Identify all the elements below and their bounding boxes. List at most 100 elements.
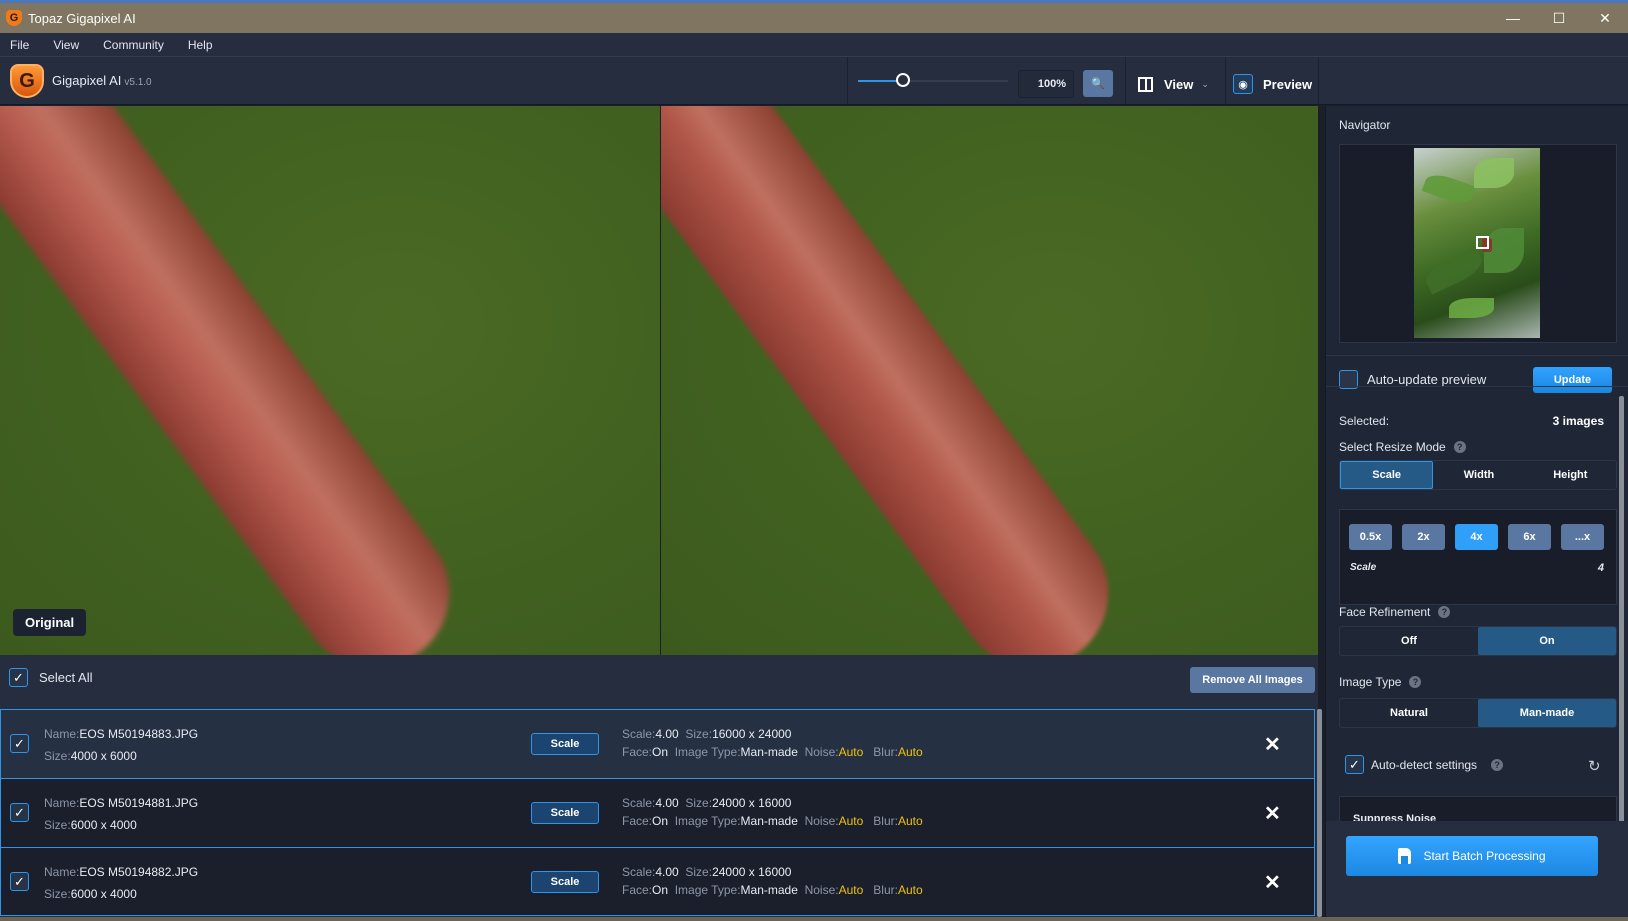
file-name: Name:EOS M50194881.JPG: [44, 796, 198, 810]
preview-pane[interactable]: [661, 106, 1318, 655]
row-checkbox[interactable]: ✓: [10, 872, 29, 891]
thumbnail-detail: [1474, 158, 1514, 188]
remove-image-icon[interactable]: ✕: [1264, 870, 1281, 895]
file-name: Name:EOS M50194883.JPG: [44, 727, 198, 741]
select-all-label: Select All: [39, 670, 93, 685]
name-value: EOS M50194881.JPG: [79, 796, 199, 810]
resize-mode-width[interactable]: Width: [1433, 461, 1524, 489]
settings-info: Face:On Image Type:Man-made Noise:Auto B…: [622, 745, 923, 759]
batch-label: Start Batch Processing: [1423, 849, 1546, 863]
scale-button[interactable]: Scale: [531, 802, 599, 824]
menu-help[interactable]: Help: [188, 38, 213, 52]
update-button[interactable]: Update: [1533, 367, 1612, 393]
size-key: Size:: [44, 749, 71, 763]
menu-community[interactable]: Community: [103, 38, 164, 52]
scale-presets-box: 0.5x 2x 4x 6x ...x Scale 4: [1339, 509, 1617, 605]
window-titlebar: G Topaz Gigapixel AI — ☐ ✕: [0, 3, 1628, 33]
image-type-man-made[interactable]: Man-made: [1478, 699, 1616, 727]
select-all[interactable]: ✓ Select All: [9, 668, 92, 687]
preview-label: Preview: [1263, 76, 1313, 92]
resize-mode-scale[interactable]: Scale: [1340, 461, 1434, 489]
maximize-button[interactable]: ☐: [1536, 3, 1582, 33]
image-type-natural[interactable]: Natural: [1340, 699, 1478, 727]
name-value: EOS M50194882.JPG: [79, 865, 199, 879]
resize-mode-height[interactable]: Height: [1525, 461, 1616, 489]
noise-value: Auto: [838, 745, 864, 759]
auto-detect-settings[interactable]: ✓ Auto-detect settings ?: [1345, 755, 1504, 774]
scale-value[interactable]: 4: [1598, 562, 1604, 574]
row-checkbox[interactable]: ✓: [10, 803, 29, 822]
face-value: On: [652, 883, 669, 897]
scale-preset-6x[interactable]: 6x: [1508, 524, 1551, 550]
preview-toggle-button[interactable]: ◉ Preview: [1233, 72, 1312, 96]
zoom-tool-button[interactable]: 🔍: [1083, 70, 1113, 97]
noise-value: Auto: [838, 883, 864, 897]
type-key: Image Type:: [674, 883, 741, 897]
split-view-icon: [1138, 76, 1153, 92]
help-icon[interactable]: ?: [1438, 606, 1451, 618]
app-name: Gigapixel AI: [52, 73, 122, 88]
view-label: View: [1164, 76, 1194, 92]
name-key: Name:: [44, 865, 80, 879]
image-type-heading: Image Type ?: [1339, 675, 1422, 689]
image-row[interactable]: ✓ Name:EOS M50194882.JPG Size:6000 x 400…: [0, 847, 1315, 916]
select-all-checkbox[interactable]: ✓: [9, 668, 28, 687]
selected-count: Selected: 3 images: [1339, 414, 1604, 428]
row-checkbox[interactable]: ✓: [10, 734, 29, 753]
zoom-value-field[interactable]: 100%: [1018, 70, 1074, 98]
help-icon[interactable]: ?: [1453, 441, 1466, 453]
blur-value: Auto: [897, 883, 923, 897]
toolbar-divider: [847, 57, 848, 105]
reset-refresh-icon[interactable]: ↻: [1588, 757, 1601, 775]
checkmark-icon: ✓: [14, 735, 25, 751]
size-key: Size:: [44, 887, 71, 901]
face-refinement-on[interactable]: On: [1478, 627, 1616, 655]
remove-image-icon[interactable]: ✕: [1264, 732, 1281, 757]
file-size: Size:4000 x 6000: [44, 749, 137, 763]
navigator-viewport-rect[interactable]: [1476, 236, 1489, 249]
start-batch-processing-button[interactable]: Start Batch Processing: [1346, 836, 1598, 876]
menu-file[interactable]: File: [10, 38, 29, 52]
name-value: EOS M50194883.JPG: [79, 727, 199, 741]
output-info: Scale:4.00 Size:16000 x 24000: [622, 727, 791, 741]
output-info: Scale:4.00 Size:24000 x 16000: [622, 865, 791, 879]
file-size: Size:6000 x 4000: [44, 887, 137, 901]
scale-preset-2x[interactable]: 2x: [1402, 524, 1445, 550]
zoom-slider[interactable]: [858, 73, 1008, 87]
noise-value: Auto: [838, 814, 864, 828]
auto-update-label: Auto-update preview: [1367, 372, 1487, 387]
face-refinement-off[interactable]: Off: [1340, 627, 1478, 655]
auto-detect-checkbox[interactable]: ✓: [1345, 755, 1364, 774]
close-button[interactable]: ✕: [1582, 3, 1628, 33]
minimize-button[interactable]: —: [1490, 3, 1536, 33]
scale-button[interactable]: Scale: [531, 733, 599, 755]
image-row[interactable]: ✓ Name:EOS M50194883.JPG Size:4000 x 600…: [0, 709, 1315, 778]
original-label: Original: [13, 609, 87, 636]
help-icon[interactable]: ?: [1409, 676, 1422, 688]
scale-preset-4x[interactable]: 4x: [1455, 524, 1498, 550]
remove-image-icon[interactable]: ✕: [1264, 801, 1281, 826]
image-viewer[interactable]: Original: [0, 106, 1318, 655]
blur-key: Blur:: [873, 883, 898, 897]
navigator-thumbnail[interactable]: [1414, 148, 1540, 338]
scale-preset-custom[interactable]: ...x: [1561, 524, 1604, 550]
face-key: Face:: [622, 883, 653, 897]
checkmark-icon: ✓: [1349, 756, 1360, 772]
type-value: Man-made: [740, 745, 798, 759]
view-mode-button[interactable]: View ⌄: [1138, 72, 1209, 96]
zoom-slider-thumb[interactable]: [896, 73, 910, 87]
original-pane[interactable]: [0, 106, 660, 655]
image-row[interactable]: ✓ Name:EOS M50194881.JPG Size:6000 x 400…: [0, 778, 1315, 847]
blur-value: Auto: [897, 814, 923, 828]
help-icon[interactable]: ?: [1491, 758, 1504, 771]
menu-view[interactable]: View: [53, 38, 79, 52]
window-controls: — ☐ ✕: [1490, 3, 1628, 33]
scale-button[interactable]: Scale: [531, 871, 599, 893]
navigator-panel[interactable]: [1339, 144, 1617, 343]
type-value: Man-made: [740, 883, 798, 897]
divider: [1326, 386, 1628, 387]
scale-preset-0-5x[interactable]: 0.5x: [1349, 524, 1392, 550]
remove-all-images-button[interactable]: Remove All Images: [1190, 667, 1315, 693]
divider: [1326, 355, 1628, 356]
list-scrollbar[interactable]: [1317, 709, 1322, 917]
